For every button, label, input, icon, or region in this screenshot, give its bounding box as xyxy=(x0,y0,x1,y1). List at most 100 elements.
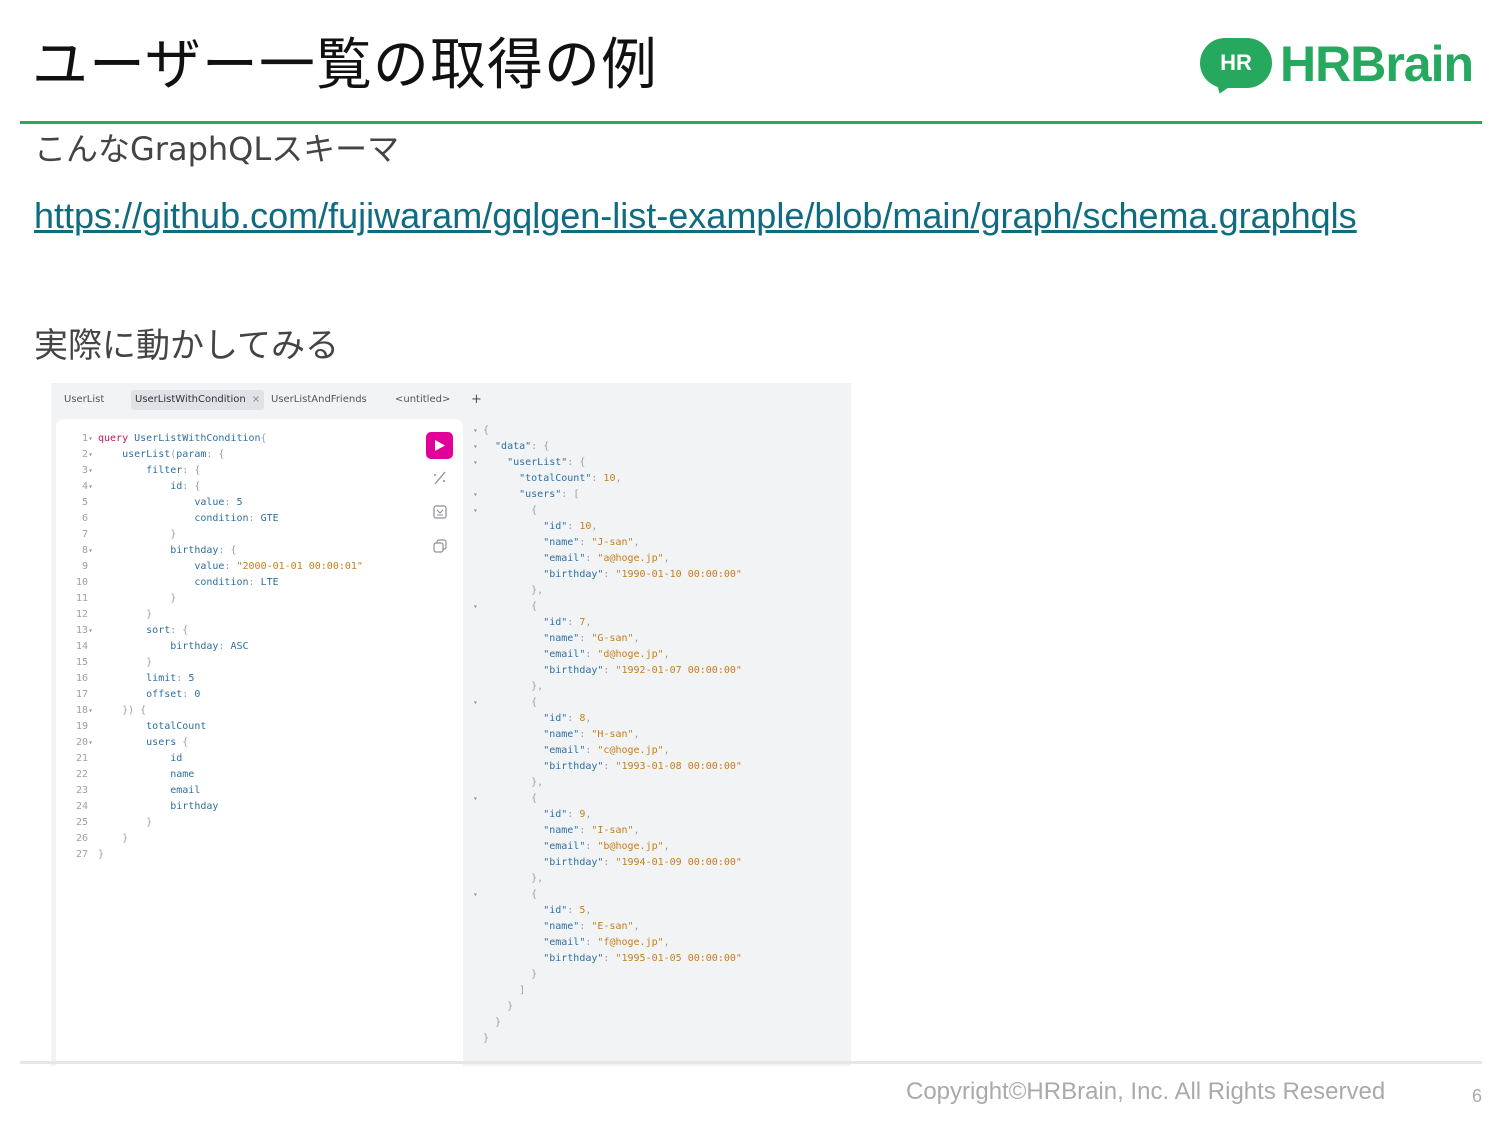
code-token: : xyxy=(224,561,237,572)
tab-userlistwithcondition[interactable]: UserListWithCondition × xyxy=(131,390,265,410)
json-token: : xyxy=(585,841,598,852)
query-editor[interactable]: 1 ▾ query UserListWithCondition{2 ▾ userLis… xyxy=(56,419,463,1066)
section-heading: 実際に動かしてみる xyxy=(34,326,339,366)
code-token: : { xyxy=(182,481,201,492)
line-number: 22 xyxy=(75,769,88,780)
json-token: "name" xyxy=(483,729,580,740)
json-token: "email" xyxy=(483,841,586,852)
json-token: , xyxy=(633,537,640,548)
run-button[interactable] xyxy=(426,432,453,459)
close-icon[interactable]: × xyxy=(252,394,260,405)
fold-arrow-icon[interactable]: ▾ xyxy=(88,447,93,463)
json-token: "email" xyxy=(483,937,586,948)
tab-untitled[interactable]: <untitled> xyxy=(395,390,450,410)
code-text: } xyxy=(98,655,152,671)
code-token: ASC xyxy=(230,641,249,652)
fold-arrow-icon[interactable]: ▾ xyxy=(88,479,93,495)
add-tab-button[interactable]: + xyxy=(471,390,482,410)
code-token: : { xyxy=(170,625,189,636)
code-token: { xyxy=(260,433,267,444)
json-token: "name" xyxy=(483,537,580,548)
graphiql-screenshot: UserList UserListWithCondition × UserList… xyxy=(51,383,851,1066)
result-text: "userList": { xyxy=(483,455,585,471)
fold-arrow-icon[interactable]: ▾ xyxy=(473,487,478,503)
code-token: } xyxy=(98,849,105,860)
json-token: "id" xyxy=(483,809,568,820)
fold-arrow-icon[interactable]: ▾ xyxy=(88,623,93,639)
json-token: : xyxy=(579,825,592,836)
fold-arrow-icon[interactable]: ▾ xyxy=(88,703,93,719)
json-token: , xyxy=(663,745,670,756)
code-token: id xyxy=(98,481,183,492)
code-token: } xyxy=(98,593,177,604)
json-token: : xyxy=(585,745,598,756)
json-token: "E-san" xyxy=(591,921,634,932)
json-token: "1992-01-07 00:00:00" xyxy=(615,665,742,676)
code-token: : xyxy=(176,673,189,684)
json-token: "c@hoge.jp" xyxy=(597,745,664,756)
fold-arrow-icon[interactable]: ▾ xyxy=(88,735,93,751)
fold-arrow-icon[interactable]: ▾ xyxy=(473,695,478,711)
footer-divider xyxy=(20,1061,1482,1064)
line-number: 25 xyxy=(75,817,88,828)
code-text: condition: LTE xyxy=(98,575,278,591)
fold-arrow-icon[interactable]: ▾ xyxy=(88,463,93,479)
fold-arrow-icon[interactable]: ▾ xyxy=(473,887,478,903)
json-token: "id" xyxy=(483,521,568,532)
tab-userlist[interactable]: UserList xyxy=(64,390,104,410)
result-text: "email": "f@hoge.jp", xyxy=(483,935,669,951)
result-text: "id": 8, xyxy=(483,711,591,727)
line-number: 12 xyxy=(75,609,88,620)
json-token: "1994-01-09 00:00:00" xyxy=(615,857,742,868)
code-token: : { xyxy=(182,465,201,476)
code-text: id xyxy=(98,751,182,767)
code-text: limit: 5 xyxy=(98,671,194,687)
json-token: 10 xyxy=(603,473,616,484)
fold-arrow-icon[interactable]: ▾ xyxy=(473,455,478,471)
code-text: value: "2000-01-01 00:00:01" xyxy=(98,559,363,575)
code-text: offset: 0 xyxy=(98,687,200,703)
result-text: "name": "I-san", xyxy=(483,823,639,839)
prettify-icon[interactable] xyxy=(432,470,448,486)
line-number: 14 xyxy=(75,641,88,652)
code-token: query xyxy=(98,433,135,444)
tab-userlistandfriends[interactable]: UserListAndFriends xyxy=(271,390,367,410)
code-token: users xyxy=(98,737,183,748)
code-text: sort: { xyxy=(98,623,188,639)
fold-arrow-icon[interactable]: ▾ xyxy=(473,599,478,615)
merge-icon[interactable] xyxy=(432,504,448,520)
json-token: "email" xyxy=(483,553,586,564)
fold-arrow-icon[interactable]: ▾ xyxy=(473,423,478,439)
schema-link[interactable]: https://github.com/fujiwaram/gqlgen-list… xyxy=(34,194,1357,238)
json-token: "1990-01-10 00:00:00" xyxy=(615,569,742,580)
code-token: : xyxy=(224,497,237,508)
code-token: } xyxy=(98,817,153,828)
result-text: "users": [ xyxy=(483,487,579,503)
fold-arrow-icon[interactable]: ▾ xyxy=(88,431,93,447)
code-token: birthday xyxy=(98,545,219,556)
json-token: "name" xyxy=(483,921,580,932)
result-text: { xyxy=(483,503,537,519)
json-token: , xyxy=(663,841,670,852)
fold-arrow-icon[interactable]: ▾ xyxy=(88,543,93,559)
code-token: { xyxy=(182,737,189,748)
code-token: : xyxy=(182,689,195,700)
result-text: { xyxy=(483,887,537,903)
code-text: totalCount xyxy=(98,719,206,735)
line-number: 11 xyxy=(75,593,88,604)
copy-icon[interactable] xyxy=(432,538,448,554)
line-number: 7 xyxy=(81,529,88,540)
json-token: : xyxy=(579,537,592,548)
code-token: email xyxy=(98,785,201,796)
fold-arrow-icon[interactable]: ▾ xyxy=(473,791,478,807)
json-token: "birthday" xyxy=(483,953,604,964)
json-token: : xyxy=(591,473,604,484)
code-token: 5 xyxy=(236,497,243,508)
code-text: birthday: ASC xyxy=(98,639,249,655)
fold-arrow-icon[interactable]: ▾ xyxy=(473,439,478,455)
code-text: birthday: { xyxy=(98,543,236,559)
fold-arrow-icon[interactable]: ▾ xyxy=(473,503,478,519)
json-token: "birthday" xyxy=(483,857,604,868)
code-text: } xyxy=(98,815,152,831)
schema-subtitle: こんなGraphQLスキーマ xyxy=(34,130,400,168)
